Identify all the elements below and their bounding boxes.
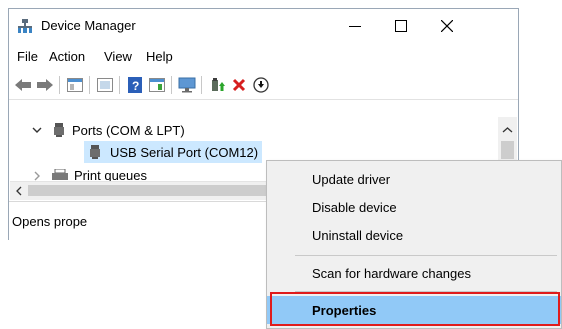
maximize-icon — [395, 20, 407, 32]
menu-item-disable-device[interactable]: Disable device — [267, 194, 561, 220]
toolbar-separator — [119, 76, 120, 94]
show-hide-tree-button[interactable] — [65, 75, 85, 95]
vertical-scroll-thumb[interactable] — [501, 141, 514, 159]
toolbar-separator — [201, 76, 202, 94]
download-button[interactable] — [251, 75, 271, 95]
port-connector-icon — [54, 123, 64, 137]
toolbar-separator — [171, 76, 172, 94]
status-text: Opens prope — [12, 214, 88, 229]
tree-node-usb-serial-port-label: USB Serial Port (COM12) — [110, 144, 259, 160]
menu-item-disable-device-label: Disable device — [312, 199, 397, 215]
chevron-right-icon — [34, 171, 40, 181]
menu-file[interactable]: File — [17, 49, 38, 64]
maximize-button[interactable] — [378, 9, 424, 43]
title-bar[interactable]: Device Manager — [9, 9, 518, 43]
monitor-icon — [178, 77, 196, 93]
tree-node-ports-label: Ports (COM & LPT) — [72, 122, 185, 138]
close-button[interactable] — [424, 9, 470, 43]
device-manager-icon — [18, 19, 32, 33]
delete-x-icon — [232, 78, 246, 92]
help-button[interactable]: ? — [125, 75, 145, 95]
uninstall-button[interactable] — [229, 75, 249, 95]
menu-help[interactable]: Help — [146, 49, 173, 64]
menu-item-uninstall-device[interactable]: Uninstall device — [267, 222, 561, 248]
tree-node-ports[interactable]: Ports (COM & LPT) — [32, 120, 185, 140]
toolbar-separator — [89, 76, 90, 94]
menu-item-update-driver-label: Update driver — [312, 171, 391, 187]
menu-item-update-driver[interactable]: Update driver — [267, 166, 561, 192]
menu-item-scan-hardware-label: Scan for hardware changes — [312, 265, 471, 281]
close-icon — [441, 20, 453, 32]
port-connector-icon — [90, 145, 100, 159]
forward-arrow-icon — [37, 79, 53, 91]
scroll-left-icon[interactable] — [12, 182, 26, 200]
printer-icon — [52, 169, 68, 180]
properties-toolbar-button[interactable] — [95, 75, 115, 95]
minimize-button[interactable] — [332, 9, 378, 43]
tree-node-print-queues[interactable]: Print queues — [32, 165, 147, 181]
help-icon: ? — [128, 77, 142, 93]
action-pane-icon — [149, 78, 165, 92]
back-arrow-icon — [15, 79, 31, 91]
scan-hardware-button[interactable] — [177, 75, 197, 95]
minimize-icon — [349, 26, 361, 27]
menu-item-uninstall-device-label: Uninstall device — [312, 227, 404, 243]
menu-bar: File Action View Help — [9, 47, 518, 67]
forward-button[interactable] — [35, 75, 55, 95]
menu-view[interactable]: View — [104, 49, 132, 64]
chevron-down-icon — [32, 127, 42, 133]
properties-icon — [97, 78, 113, 92]
scroll-up-icon[interactable] — [498, 123, 517, 137]
action-pane-button[interactable] — [147, 75, 167, 95]
menu-separator — [295, 255, 557, 256]
console-tree-icon — [67, 78, 83, 92]
toolbar-separator — [59, 76, 60, 94]
toolbar: ? — [9, 71, 518, 100]
tree-node-print-queues-label: Print queues — [74, 168, 147, 181]
svg-text:?: ? — [132, 79, 139, 93]
horizontal-scroll-thumb[interactable] — [28, 185, 268, 196]
update-driver-button[interactable] — [207, 75, 227, 95]
update-driver-icon — [212, 78, 225, 91]
window-title: Device Manager — [41, 18, 136, 33]
menu-item-scan-hardware[interactable]: Scan for hardware changes — [267, 260, 561, 286]
menu-action[interactable]: Action — [49, 49, 85, 64]
properties-callout-box — [270, 292, 560, 326]
back-button[interactable] — [13, 75, 33, 95]
download-circle-icon — [253, 77, 269, 93]
tree-node-usb-serial-port[interactable]: USB Serial Port (COM12) — [84, 141, 263, 163]
